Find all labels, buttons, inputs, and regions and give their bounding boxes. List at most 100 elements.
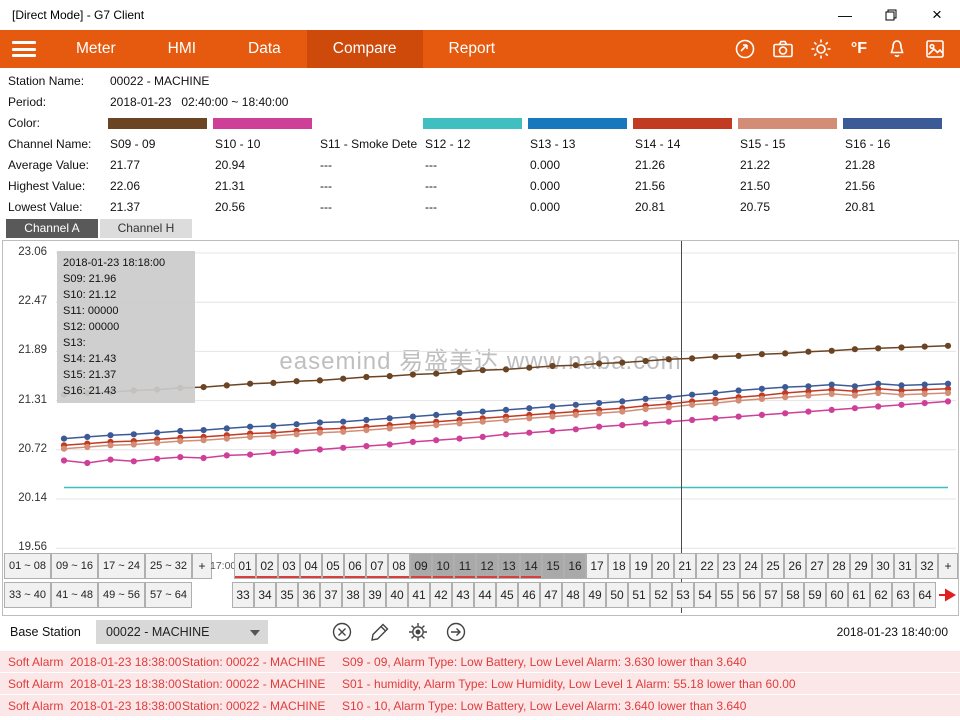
- pager-group-09-16[interactable]: 09 ~ 16: [51, 553, 98, 579]
- nav-tab-meter[interactable]: Meter: [50, 30, 142, 68]
- pager-plus-button[interactable]: +: [938, 553, 958, 579]
- pager-group-57-64[interactable]: 57 ~ 64: [145, 582, 192, 608]
- pager-num-28[interactable]: 28: [828, 553, 850, 579]
- edit-icon[interactable]: [368, 621, 391, 644]
- pager-num-06[interactable]: 06: [344, 553, 366, 579]
- pager-num-09[interactable]: 09: [410, 553, 432, 579]
- pager-num-12[interactable]: 12: [476, 553, 498, 579]
- settings-icon[interactable]: [406, 621, 429, 644]
- pager-num-63[interactable]: 63: [892, 582, 914, 608]
- pager-num-49[interactable]: 49: [584, 582, 606, 608]
- pager-group-41-48[interactable]: 41 ~ 48: [51, 582, 98, 608]
- pager-num-33[interactable]: 33: [232, 582, 254, 608]
- pager-num-45[interactable]: 45: [496, 582, 518, 608]
- pager-num-29[interactable]: 29: [850, 553, 872, 579]
- clear-icon[interactable]: [330, 621, 353, 644]
- base-station-dropdown[interactable]: 00022 - MACHINE: [96, 620, 268, 644]
- pager-num-15[interactable]: 15: [542, 553, 564, 579]
- pager-num-31[interactable]: 31: [894, 553, 916, 579]
- alarm-row[interactable]: Soft Alarm2018-01-23 18:38:00Station: 00…: [0, 673, 960, 694]
- pager-num-13[interactable]: 13: [498, 553, 520, 579]
- pager-num-62[interactable]: 62: [870, 582, 892, 608]
- pager-num-21[interactable]: 21: [674, 553, 696, 579]
- snapshot-icon[interactable]: [924, 38, 946, 60]
- pager-group-01-08[interactable]: 01 ~ 08: [4, 553, 51, 579]
- pager-num-16[interactable]: 16: [564, 553, 586, 579]
- pager-num-35[interactable]: 35: [276, 582, 298, 608]
- pager-num-03[interactable]: 03: [278, 553, 300, 579]
- pager-num-30[interactable]: 30: [872, 553, 894, 579]
- pager-num-46[interactable]: 46: [518, 582, 540, 608]
- pager-group-25-32[interactable]: 25 ~ 32: [145, 553, 192, 579]
- pager-num-41[interactable]: 41: [408, 582, 430, 608]
- pager-num-44[interactable]: 44: [474, 582, 496, 608]
- pager-num-47[interactable]: 47: [540, 582, 562, 608]
- pager-num-37[interactable]: 37: [320, 582, 342, 608]
- pager-num-19[interactable]: 19: [630, 553, 652, 579]
- pager-num-61[interactable]: 61: [848, 582, 870, 608]
- channel-tab-channel-h[interactable]: Channel H: [100, 219, 192, 238]
- pager-num-04[interactable]: 04: [300, 553, 322, 579]
- pager-group-49-56[interactable]: 49 ~ 56: [98, 582, 145, 608]
- pager-num-27[interactable]: 27: [806, 553, 828, 579]
- alarm-bell-icon[interactable]: [886, 38, 908, 60]
- pager-num-36[interactable]: 36: [298, 582, 320, 608]
- pager-num-40[interactable]: 40: [386, 582, 408, 608]
- pager-group-17-24[interactable]: 17 ~ 24: [98, 553, 145, 579]
- pager-num-38[interactable]: 38: [342, 582, 364, 608]
- minimize-button[interactable]: —: [822, 0, 868, 30]
- maximize-button[interactable]: [868, 0, 914, 30]
- nav-tab-data[interactable]: Data: [222, 30, 307, 68]
- pager-num-56[interactable]: 56: [738, 582, 760, 608]
- pager-num-17[interactable]: 17: [586, 553, 608, 579]
- pager-num-01[interactable]: 01: [234, 553, 256, 579]
- pager-num-11[interactable]: 11: [454, 553, 476, 579]
- pager-num-08[interactable]: 08: [388, 553, 410, 579]
- pager-num-48[interactable]: 48: [562, 582, 584, 608]
- nav-tab-compare[interactable]: Compare: [307, 30, 423, 68]
- alarm-row[interactable]: Soft Alarm2018-01-23 18:38:00Station: 00…: [0, 695, 960, 716]
- temp-unit-toggle[interactable]: °F: [848, 38, 870, 60]
- direct-connect-icon[interactable]: [734, 38, 756, 60]
- pager-num-58[interactable]: 58: [782, 582, 804, 608]
- nav-tab-report[interactable]: Report: [423, 30, 522, 68]
- pager-num-23[interactable]: 23: [718, 553, 740, 579]
- pager-num-24[interactable]: 24: [740, 553, 762, 579]
- pager-num-50[interactable]: 50: [606, 582, 628, 608]
- close-button[interactable]: ×: [914, 0, 960, 30]
- pager-num-57[interactable]: 57: [760, 582, 782, 608]
- pager-num-53[interactable]: 53: [672, 582, 694, 608]
- channel-tab-channel-a[interactable]: Channel A: [6, 219, 98, 238]
- pager-num-07[interactable]: 07: [366, 553, 388, 579]
- pager-num-52[interactable]: 52: [650, 582, 672, 608]
- pager-num-59[interactable]: 59: [804, 582, 826, 608]
- pager-num-26[interactable]: 26: [784, 553, 806, 579]
- pager-num-54[interactable]: 54: [694, 582, 716, 608]
- pager-num-34[interactable]: 34: [254, 582, 276, 608]
- pager-num-18[interactable]: 18: [608, 553, 630, 579]
- pager-num-51[interactable]: 51: [628, 582, 650, 608]
- pager-num-39[interactable]: 39: [364, 582, 386, 608]
- pager-num-10[interactable]: 10: [432, 553, 454, 579]
- pager-num-25[interactable]: 25: [762, 553, 784, 579]
- camera-icon[interactable]: [772, 38, 794, 60]
- pager-num-14[interactable]: 14: [520, 553, 542, 579]
- pager-num-02[interactable]: 02: [256, 553, 278, 579]
- pager-num-64[interactable]: 64: [914, 582, 936, 608]
- pager-num-43[interactable]: 43: [452, 582, 474, 608]
- menu-icon[interactable]: [12, 41, 36, 57]
- pager-num-20[interactable]: 20: [652, 553, 674, 579]
- pager-num-60[interactable]: 60: [826, 582, 848, 608]
- pager-plus-button[interactable]: +: [192, 553, 212, 579]
- alarm-row[interactable]: Soft Alarm2018-01-23 18:38:00Station: 00…: [0, 651, 960, 672]
- go-icon[interactable]: [444, 621, 467, 644]
- pager-num-32[interactable]: 32: [916, 553, 938, 579]
- pager-num-55[interactable]: 55: [716, 582, 738, 608]
- pager-group-33-40[interactable]: 33 ~ 40: [4, 582, 51, 608]
- nav-tab-hmi[interactable]: HMI: [142, 30, 222, 68]
- next-page-arrow[interactable]: [936, 587, 960, 603]
- brightness-icon[interactable]: [810, 38, 832, 60]
- pager-num-05[interactable]: 05: [322, 553, 344, 579]
- pager-num-42[interactable]: 42: [430, 582, 452, 608]
- pager-num-22[interactable]: 22: [696, 553, 718, 579]
